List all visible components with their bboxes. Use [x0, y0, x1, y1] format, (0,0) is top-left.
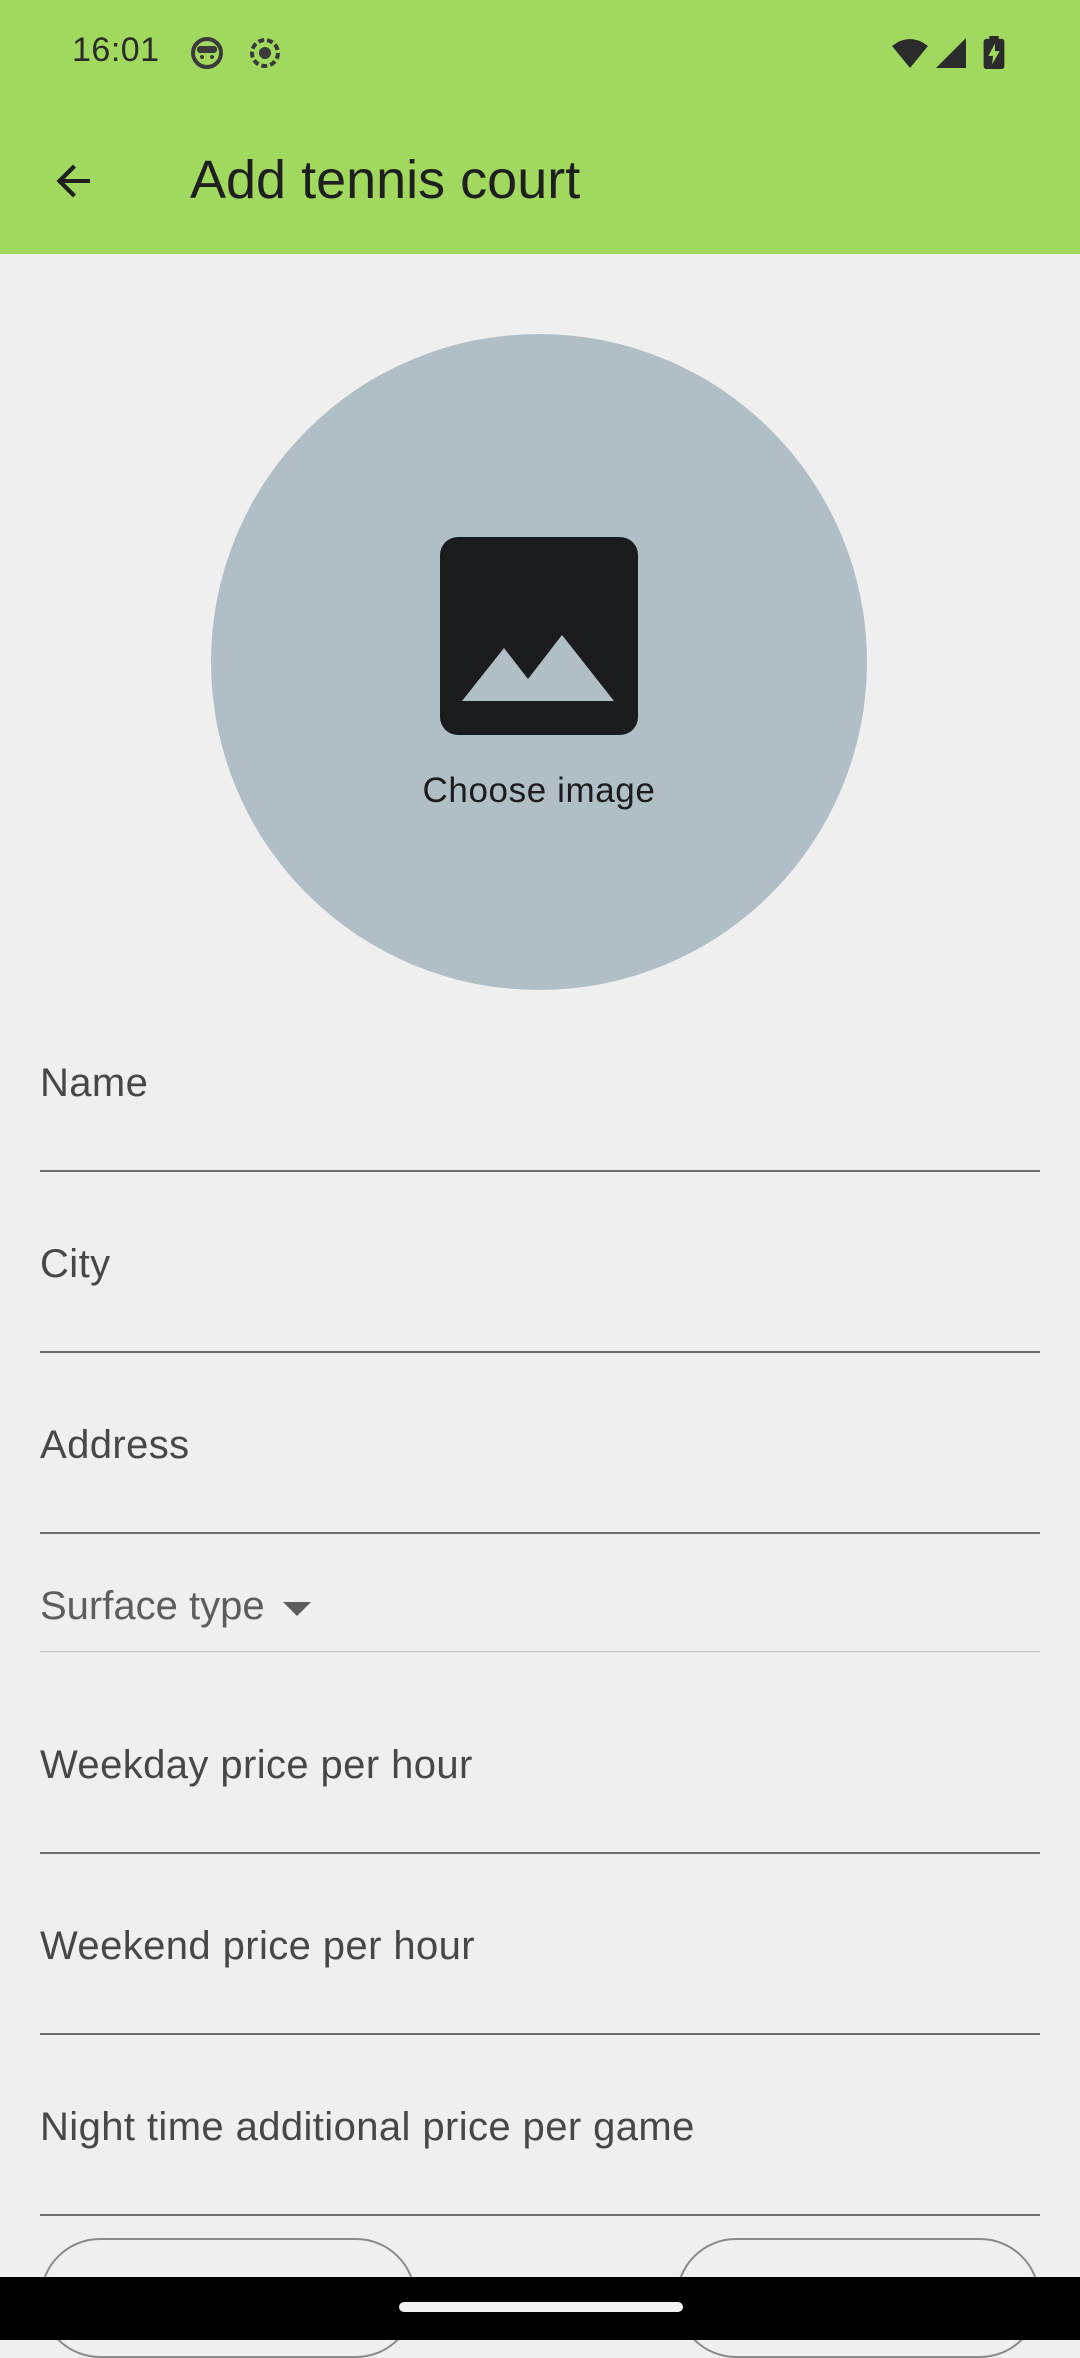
record-icon [250, 38, 280, 68]
surface-type-underline [40, 1651, 1040, 1652]
surface-type-dropdown[interactable]: Surface type [40, 1584, 1040, 1654]
home-gesture-handle[interactable] [399, 2302, 683, 2312]
address-field[interactable]: Address [40, 1416, 1040, 1536]
face-icon [191, 37, 223, 69]
signal-icon [936, 38, 966, 68]
night-price-underline [40, 2214, 1040, 2216]
navigation-bar [0, 2277, 1080, 2340]
choose-image-label: Choose image [422, 771, 656, 810]
night-price-label: Night time additional price per game [40, 2105, 695, 2149]
weekend-price-underline [40, 2033, 1040, 2035]
surface-type-label: Surface type [40, 1584, 265, 1628]
weekend-price-field[interactable]: Weekend price per hour [40, 1917, 1040, 2037]
app-bar: Add tennis court [0, 108, 1080, 254]
name-field-label: Name [40, 1061, 149, 1105]
image-icon [440, 537, 638, 735]
name-field[interactable]: Name [40, 1054, 1040, 1174]
back-button[interactable] [34, 146, 114, 216]
surface-type-selector: Surface type [40, 1584, 311, 1629]
weekday-price-underline [40, 1852, 1040, 1854]
name-field-underline [40, 1170, 1040, 1172]
weekday-price-label: Weekday price per hour [40, 1743, 473, 1787]
choose-image-button[interactable]: Choose image [211, 334, 867, 990]
address-field-underline [40, 1532, 1040, 1534]
battery-icon [983, 36, 1005, 70]
wifi-icon [892, 39, 928, 68]
status-bar: 16:01 [0, 0, 1080, 108]
night-price-field[interactable]: Night time additional price per game [40, 2098, 1040, 2218]
city-field-underline [40, 1351, 1040, 1353]
arrow-back-icon [56, 164, 90, 198]
weekday-price-field[interactable]: Weekday price per hour [40, 1736, 1040, 1856]
city-field[interactable]: City [40, 1235, 1040, 1355]
status-time: 16:01 [72, 31, 160, 69]
city-field-label: City [40, 1242, 111, 1286]
page-title: Add tennis court [190, 150, 581, 210]
dropdown-arrow-icon [282, 1601, 311, 1616]
address-field-label: Address [40, 1423, 190, 1467]
weekend-price-label: Weekend price per hour [40, 1924, 475, 1968]
